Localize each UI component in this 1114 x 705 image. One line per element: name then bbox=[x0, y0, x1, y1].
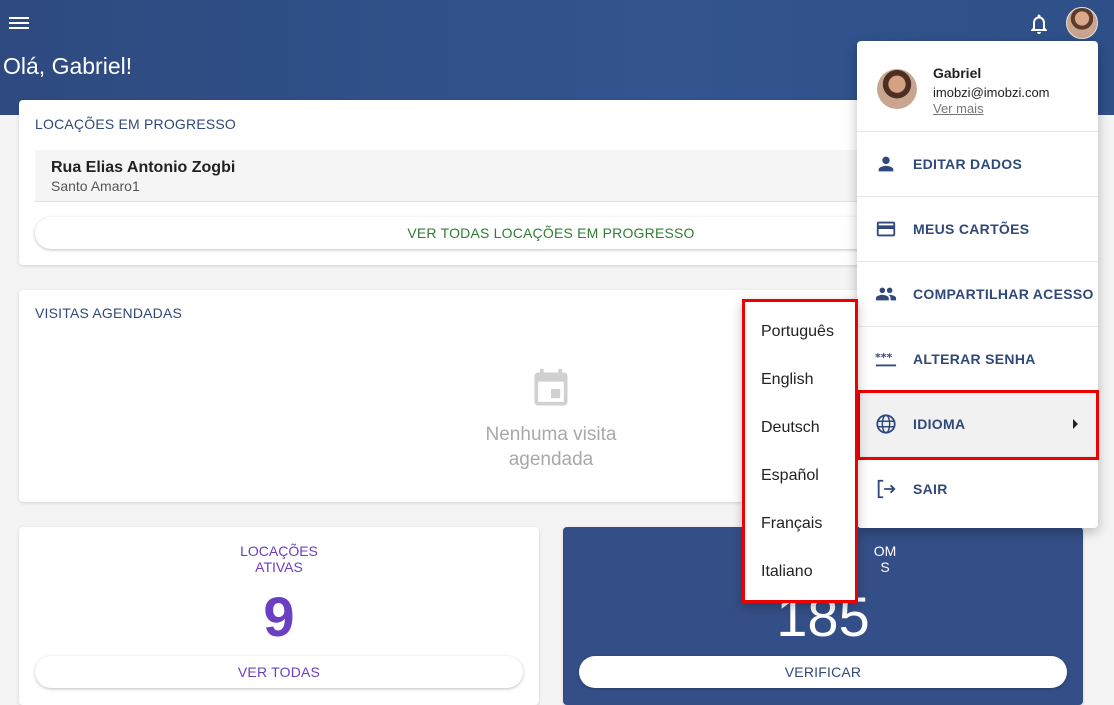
rental-street: Rua Elias Antonio Zogbi bbox=[51, 159, 236, 176]
active-rentals-label-line1: LOCAÇÕES bbox=[240, 543, 318, 559]
language-option-english[interactable]: English bbox=[745, 358, 855, 406]
menu-item-label: EDITAR DADOS bbox=[913, 156, 1023, 172]
chevron-right-icon bbox=[1073, 419, 1078, 429]
calendar-icon bbox=[534, 368, 568, 406]
menu-item-label: ALTERAR SENHA bbox=[913, 351, 1036, 367]
active-rentals-label: LOCAÇÕES ATIVAS bbox=[19, 543, 539, 575]
language-option-label: Deutsch bbox=[761, 419, 820, 436]
menu-item-label: COMPARTILHAR ACESSO bbox=[913, 286, 1094, 302]
globe-icon bbox=[876, 414, 896, 434]
menu-item-change-password[interactable]: *** ALTERAR SENHA bbox=[857, 327, 1098, 392]
menu-item-edit-data[interactable]: EDITAR DADOS bbox=[857, 132, 1098, 197]
active-rentals-count: 9 bbox=[263, 585, 295, 648]
see-more-link[interactable]: Ver mais bbox=[933, 101, 984, 116]
menu-item-language[interactable]: IDIOMA bbox=[857, 392, 1098, 457]
menu-item-my-cards[interactable]: MEUS CARTÕES bbox=[857, 197, 1098, 262]
active-rentals-label-line2: ATIVAS bbox=[255, 559, 303, 575]
empty-visits-line2: agendada bbox=[508, 449, 594, 470]
greeting-text: Olá, Gabriel! bbox=[3, 53, 133, 79]
svg-text:***: *** bbox=[875, 351, 893, 364]
language-option-spanish[interactable]: Español bbox=[745, 454, 855, 502]
scheduled-visits-title: VISITAS AGENDADAS bbox=[35, 305, 183, 321]
empty-visits-line1: Nenhuma visita bbox=[485, 424, 617, 445]
language-option-label: English bbox=[761, 371, 814, 388]
language-option-label: Français bbox=[761, 515, 823, 532]
verify-button[interactable]: VERIFICAR bbox=[579, 656, 1067, 688]
credit-card-icon bbox=[876, 221, 896, 237]
language-option-french[interactable]: Français bbox=[745, 502, 855, 550]
people-icon bbox=[875, 287, 897, 301]
language-option-label: Italiano bbox=[761, 563, 813, 580]
empty-visits-message: Nenhuma visita agendada bbox=[451, 422, 651, 472]
user-dropdown-menu: Gabriel imobzi@imobzi.com Ver mais EDITA… bbox=[857, 41, 1098, 528]
password-icon: *** bbox=[875, 351, 897, 367]
person-icon bbox=[878, 156, 894, 172]
active-rentals-card: LOCAÇÕES ATIVAS 9 VER TODAS bbox=[19, 527, 539, 705]
user-profile-header: Gabriel imobzi@imobzi.com Ver mais bbox=[857, 41, 1098, 132]
user-email: imobzi@imobzi.com bbox=[933, 85, 1050, 100]
language-option-german[interactable]: Deutsch bbox=[745, 406, 855, 454]
menu-item-label: SAIR bbox=[913, 481, 948, 497]
menu-item-logout[interactable]: SAIR bbox=[857, 457, 1098, 522]
menu-item-label: IDIOMA bbox=[913, 416, 966, 432]
rental-area: Santo Amaro1 bbox=[51, 178, 140, 194]
language-option-portuguese[interactable]: Português bbox=[745, 310, 855, 358]
language-submenu: Português English Deutsch Español França… bbox=[742, 299, 858, 603]
profile-avatar bbox=[877, 69, 917, 109]
notification-bell-icon[interactable] bbox=[1027, 12, 1051, 36]
progress-rentals-title: LOCAÇÕES EM PROGRESSO bbox=[35, 116, 237, 132]
language-option-label: Português bbox=[761, 323, 834, 340]
language-option-label: Español bbox=[761, 467, 819, 484]
user-name: Gabriel bbox=[933, 65, 982, 81]
logout-icon bbox=[877, 479, 896, 499]
menu-item-share-access[interactable]: COMPARTILHAR ACESSO bbox=[857, 262, 1098, 327]
hamburger-menu-icon[interactable] bbox=[9, 14, 29, 34]
user-avatar[interactable] bbox=[1066, 7, 1098, 39]
view-all-active-button[interactable]: VER TODAS bbox=[35, 656, 523, 688]
menu-item-label: MEUS CARTÕES bbox=[913, 221, 1030, 237]
language-option-italian[interactable]: Italiano bbox=[745, 550, 855, 598]
